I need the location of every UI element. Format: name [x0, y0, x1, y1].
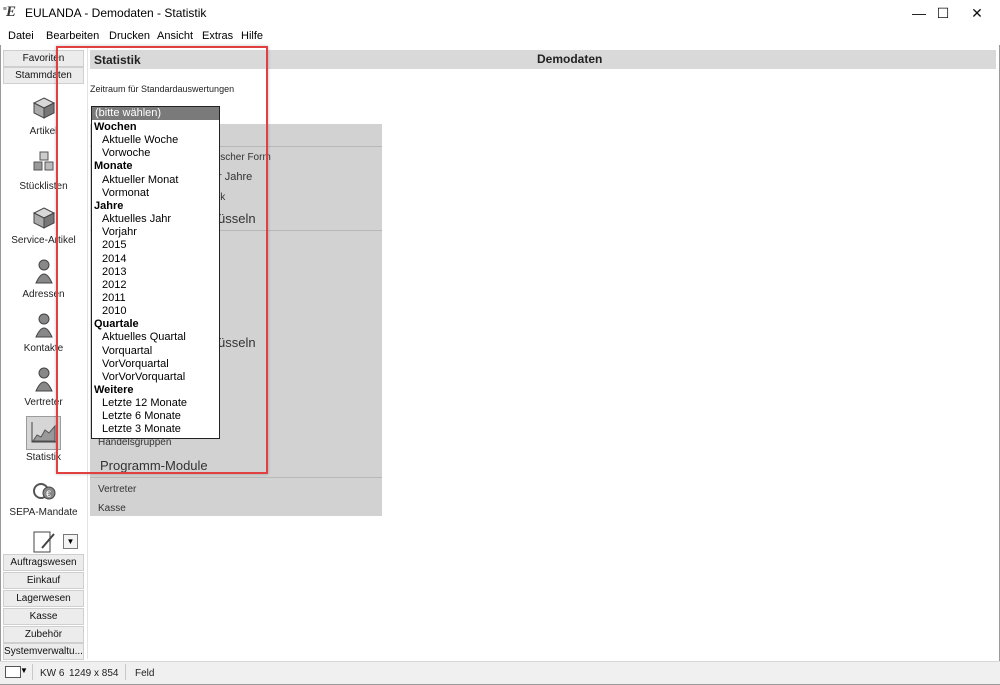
- menu-extras[interactable]: Extras: [202, 30, 233, 42]
- menu-bearbeiten[interactable]: Bearbeiten: [46, 30, 99, 42]
- chart-icon: [31, 422, 56, 443]
- report-item-vertreter[interactable]: Vertreter: [98, 484, 136, 495]
- sidebar-item-label: SEPA-Mandate: [9, 507, 78, 518]
- cube-icon: [32, 97, 55, 119]
- app-logo-icon: ≡ E: [3, 4, 17, 20]
- document-edit-icon[interactable]: [32, 530, 56, 557]
- euro-cycle-icon: €: [32, 483, 55, 500]
- sidebar-header-systemverwaltung[interactable]: Systemverwaltu...: [3, 643, 84, 660]
- sidebar-item-sepa-mandate[interactable]: € SEPA-Mandate: [3, 480, 84, 518]
- menu-ansicht[interactable]: Ansicht: [157, 30, 193, 42]
- window-title: EULANDA - Demodaten - Statistik: [25, 6, 207, 20]
- chevron-down-icon[interactable]: ▼: [63, 534, 78, 549]
- annotation-highlight-box: [56, 46, 268, 474]
- svg-text:€: €: [46, 489, 51, 499]
- divider: [32, 664, 33, 680]
- divider: [90, 477, 382, 478]
- menu-drucken[interactable]: Drucken: [109, 30, 150, 42]
- sidebar-header-zubehoer[interactable]: Zubehör: [3, 626, 84, 643]
- layout-toggle-icon[interactable]: [5, 666, 21, 678]
- sidebar-header-lagerwesen[interactable]: Lagerwesen: [3, 590, 84, 607]
- sidebar-header-kasse[interactable]: Kasse: [3, 608, 84, 625]
- menu-hilfe[interactable]: Hilfe: [241, 30, 263, 42]
- person-pin-icon: [34, 367, 53, 392]
- menu-datei[interactable]: Datei: [8, 30, 34, 42]
- person-pin-icon: [34, 313, 53, 338]
- close-button[interactable]: ✕: [954, 0, 1000, 26]
- chevron-down-icon[interactable]: ▼: [20, 666, 28, 675]
- menu-bar: [0, 26, 1000, 45]
- person-pin-icon: [34, 259, 53, 284]
- status-week: KW 6: [40, 668, 65, 679]
- cubes-icon: [33, 151, 53, 171]
- report-item-kasse[interactable]: Kasse: [98, 503, 126, 514]
- database-name: Demodaten: [537, 52, 603, 66]
- sidebar-header-auftragswesen[interactable]: Auftragswesen: [3, 554, 84, 571]
- sidebar-header-einkauf[interactable]: Einkauf: [3, 572, 84, 589]
- divider: [125, 664, 126, 680]
- status-field: Feld: [135, 668, 155, 679]
- status-resolution: 1249 x 854: [69, 668, 119, 679]
- cube-icon: [32, 207, 55, 229]
